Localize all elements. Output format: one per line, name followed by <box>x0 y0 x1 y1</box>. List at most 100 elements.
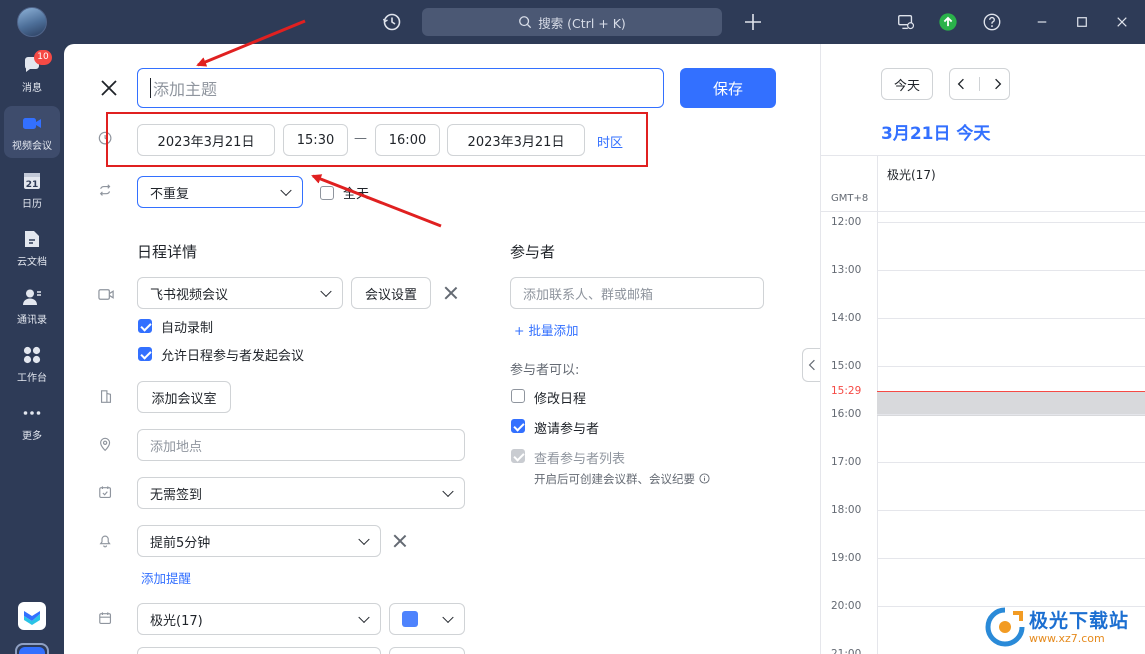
bell-icon <box>98 533 116 551</box>
repeat-icon <box>98 183 116 201</box>
sidebar-item-workplace[interactable]: 工作台 <box>4 338 60 390</box>
sidebar-item-contacts[interactable]: 通讯录 <box>4 280 60 332</box>
sidebar-item-cloud-docs[interactable]: 云文档 <box>4 222 60 274</box>
video-icon <box>98 286 116 304</box>
sidebar-item-more[interactable]: 更多 <box>4 396 60 448</box>
hour-line <box>877 270 1145 271</box>
close-icon[interactable] <box>100 79 118 97</box>
user-avatar[interactable] <box>17 7 47 37</box>
next-field-select-2[interactable] <box>389 647 465 654</box>
calendar-small-icon <box>98 611 116 629</box>
hour-line <box>877 318 1145 319</box>
add-reminder-link[interactable]: 添加提醒 <box>141 568 191 587</box>
repeat-select[interactable]: 不重复 <box>137 176 303 208</box>
preview-date-heading: 3月21日 今天 <box>881 124 991 144</box>
collapse-panel-button[interactable] <box>802 348 820 382</box>
preview-column-name: 极光(17) <box>887 168 936 182</box>
timezone-label: GMT+8 <box>831 193 869 204</box>
date-nav <box>949 68 1010 100</box>
sidebar-item-label: 视频会议 <box>12 141 52 152</box>
event-block[interactable] <box>877 392 1145 416</box>
meeting-type-select[interactable]: 飞书视频会议 <box>137 277 343 309</box>
screen-share-icon[interactable] <box>895 11 917 33</box>
hour-line <box>877 366 1145 367</box>
sidebar-item-label: 更多 <box>22 431 42 442</box>
chevron-left-icon <box>808 359 815 371</box>
allow-start-checkbox[interactable] <box>138 347 152 361</box>
watermark: 极光下载站 www.xz7.com <box>985 603 1137 651</box>
perm-view-checkbox <box>511 449 525 463</box>
minimize-icon[interactable] <box>1031 11 1053 33</box>
now-line <box>877 391 1145 392</box>
hour-label: 12:00 <box>831 216 862 228</box>
details-heading: 日程详情 <box>137 243 198 261</box>
calendar-color-select[interactable] <box>389 603 465 635</box>
sidebar-item-video-meeting[interactable]: 视频会议 <box>4 106 60 158</box>
location-input[interactable]: 添加地点 <box>137 429 465 461</box>
annotation-box <box>106 112 648 167</box>
docs-app-icon[interactable] <box>18 602 46 630</box>
attendee-input[interactable]: 添加联系人、群或邮箱 <box>510 277 764 309</box>
chevron-right-icon[interactable] <box>994 78 1002 90</box>
chevron-left-icon[interactable] <box>957 78 965 90</box>
sidebar: 消息 视频会议 21 日历 云文档 通讯录 工作台 更多 极 <box>0 44 64 654</box>
room-icon <box>98 389 116 407</box>
sidebar-item-label: 通讯录 <box>17 315 47 326</box>
calendar-preview: 今天 3月21日 今天 极光(17) GMT+8 15:29 12:00 13:0… <box>820 44 1145 654</box>
checkin-select[interactable]: 无需签到 <box>137 477 465 509</box>
hour-line <box>877 222 1145 223</box>
perm-note: 开启后可创建会议群、会议纪要 <box>534 471 710 487</box>
workspace-avatar[interactable]: 极 <box>15 643 49 654</box>
upgrade-icon[interactable] <box>937 11 959 33</box>
auto-record-label: 自动录制 <box>161 321 214 336</box>
video-meeting-icon <box>23 118 41 129</box>
watermark-logo-icon <box>985 607 1025 647</box>
calendar-select[interactable]: 极光(17) <box>137 603 381 635</box>
svg-text:21: 21 <box>26 180 39 190</box>
history-icon[interactable] <box>381 11 403 33</box>
hour-label: 20:00 <box>831 600 862 612</box>
perm-modify-label: 修改日程 <box>534 392 587 407</box>
remove-meeting-icon[interactable] <box>444 286 458 300</box>
now-time: 15:29 <box>831 385 862 397</box>
help-icon[interactable] <box>981 11 1003 33</box>
hour-line <box>877 558 1145 559</box>
hour-label: 21:00 <box>831 648 862 654</box>
batch-add-link[interactable]: + 批量添加 <box>514 320 578 339</box>
auto-record-checkbox[interactable] <box>138 319 152 333</box>
sidebar-item-label: 云文档 <box>17 257 47 268</box>
hour-label: 13:00 <box>831 264 862 276</box>
unread-badge: 10 <box>34 50 52 65</box>
checkin-icon <box>98 485 116 503</box>
close-window-icon[interactable] <box>1111 11 1133 33</box>
next-field-select[interactable] <box>137 647 381 654</box>
color-swatch <box>402 611 418 627</box>
sidebar-item-label: 消息 <box>22 83 42 94</box>
allday-checkbox[interactable] <box>320 186 334 200</box>
perm-invite-checkbox[interactable] <box>511 419 525 433</box>
today-button[interactable]: 今天 <box>881 68 933 100</box>
hour-line <box>877 510 1145 511</box>
perm-view-label: 查看参与者列表 <box>534 452 626 467</box>
sidebar-item-label: 日历 <box>22 199 42 210</box>
info-icon <box>699 473 710 484</box>
calendar-icon: 21 <box>24 173 40 190</box>
perm-modify-checkbox[interactable] <box>511 389 525 403</box>
reminder-select[interactable]: 提前5分钟 <box>137 525 381 557</box>
contacts-icon <box>23 289 41 305</box>
maximize-icon[interactable] <box>1071 11 1093 33</box>
save-button[interactable]: 保存 <box>680 68 776 108</box>
hour-label: 18:00 <box>831 504 862 516</box>
meeting-settings-button[interactable]: 会议设置 <box>351 277 431 309</box>
hour-line <box>877 462 1145 463</box>
search-input[interactable]: 搜索 (Ctrl + K) <box>422 8 722 36</box>
hour-label: 16:00 <box>831 408 862 420</box>
perm-invite-label: 邀请参与者 <box>534 422 600 437</box>
sidebar-item-calendar[interactable]: 21 日历 <box>4 164 60 216</box>
hour-label: 17:00 <box>831 456 862 468</box>
plus-icon[interactable] <box>742 11 764 33</box>
remove-reminder-icon[interactable] <box>393 534 407 548</box>
title-input[interactable]: 添加主题 <box>137 68 664 108</box>
cloud-doc-icon <box>25 231 39 247</box>
add-room-button[interactable]: 添加会议室 <box>137 381 231 413</box>
